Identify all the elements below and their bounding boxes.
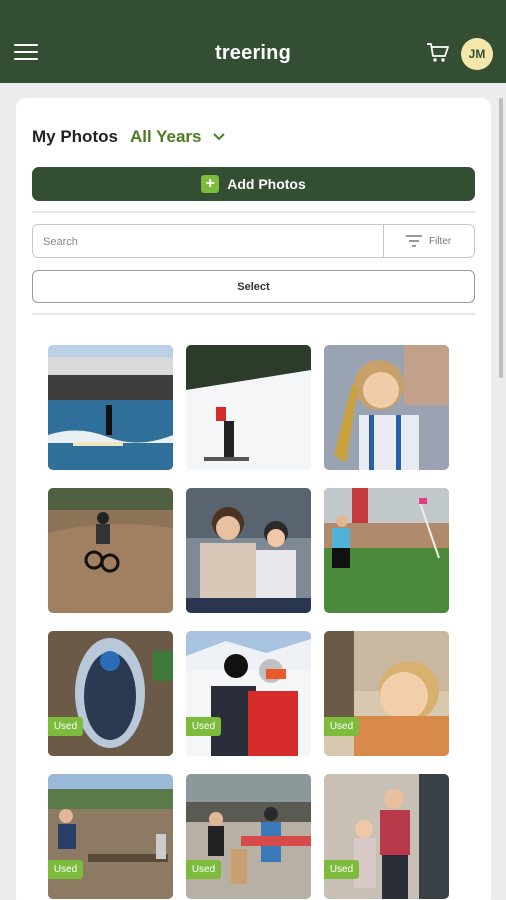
used-badge: Used — [186, 717, 221, 736]
cart-icon[interactable] — [426, 42, 450, 64]
year-dropdown-label: All Years — [129, 127, 202, 146]
add-photos-button[interactable]: + Add Photos — [32, 167, 475, 201]
photos-header: My Photos All Years — [32, 126, 226, 148]
search-separator — [383, 225, 384, 257]
photo-thumbnail[interactable] — [186, 345, 311, 470]
photo-thumbnail[interactable]: Used — [48, 631, 173, 756]
used-badge: Used — [48, 717, 83, 736]
chevron-down-icon — [213, 133, 226, 141]
hamburger-menu-icon[interactable] — [14, 44, 38, 62]
search-input[interactable] — [43, 233, 373, 251]
used-badge: Used — [324, 717, 359, 736]
add-photos-label: Add Photos — [227, 176, 306, 192]
used-badge: Used — [48, 860, 83, 879]
photo-thumbnail[interactable] — [48, 488, 173, 613]
scrollbar[interactable] — [499, 98, 503, 378]
photo-thumbnail[interactable]: Used — [324, 774, 449, 899]
used-badge: Used — [324, 860, 359, 879]
avatar[interactable]: JM — [461, 38, 493, 70]
select-button[interactable]: Select — [32, 270, 475, 303]
divider — [32, 211, 475, 213]
select-label: Select — [237, 280, 270, 293]
used-badge: Used — [186, 860, 221, 879]
photo-thumbnail[interactable] — [324, 488, 449, 613]
photo-thumbnail[interactable]: Used — [186, 774, 311, 899]
app-bar: treering JM — [0, 0, 506, 83]
filter-icon — [406, 235, 422, 247]
photo-thumbnail[interactable] — [48, 345, 173, 470]
filter-button[interactable]: Filter — [405, 234, 451, 248]
filter-label: Filter — [429, 235, 452, 247]
year-dropdown[interactable]: All Years — [130, 127, 226, 147]
photo-thumbnail[interactable]: Used — [186, 631, 311, 756]
divider — [32, 313, 475, 315]
page-title: My Photos — [32, 127, 118, 146]
photo-thumbnail[interactable]: Used — [324, 631, 449, 756]
photo-thumbnail[interactable] — [186, 488, 311, 613]
photo-thumbnail[interactable] — [324, 345, 449, 470]
plus-icon: + — [201, 175, 220, 193]
search-bar: Filter — [32, 224, 475, 258]
photo-thumbnail[interactable]: Used — [48, 774, 173, 899]
